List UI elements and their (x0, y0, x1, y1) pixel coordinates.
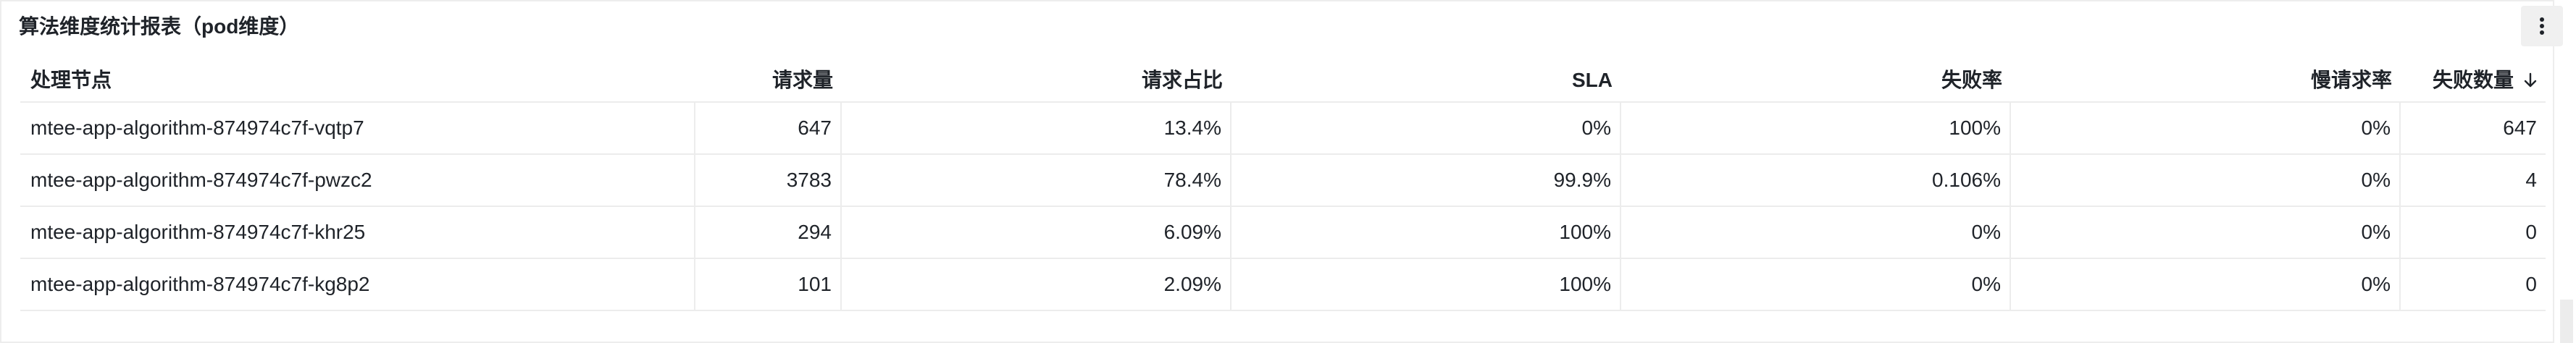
cell-failure-count: 647 (2503, 117, 2537, 139)
table-row: mtee-app-algorithm-874974c7f-khr25 294 6… (20, 207, 2546, 259)
cell-failure-count: 4 (2525, 169, 2537, 191)
cell-node: mtee-app-algorithm-874974c7f-khr25 (20, 207, 695, 258)
column-header-sla[interactable]: SLA (1231, 59, 1621, 101)
cell-request-ratio: 2.09% (842, 259, 1231, 310)
cell-requests: 294 (695, 207, 842, 258)
arrow-down-icon[interactable] (2524, 72, 2537, 88)
cell-slow-rate: 0% (2011, 155, 2401, 206)
cell-slow-rate: 0% (2011, 103, 2401, 153)
column-header-failure-rate[interactable]: 失败率 (1621, 59, 2011, 101)
cell-failure-rate: 0% (1621, 259, 2011, 310)
cell-slow-rate: 0% (2011, 259, 2401, 310)
column-header-label: 请求量 (771, 69, 833, 91)
kebab-vertical-icon (2540, 17, 2544, 35)
column-header-label: 慢请求率 (2310, 69, 2392, 91)
column-header-requests[interactable]: 请求量 (695, 59, 842, 101)
column-header-request-ratio[interactable]: 请求占比 (842, 59, 1231, 101)
column-header-node[interactable]: 处理节点 (20, 59, 695, 101)
cell-sla: 0% (1231, 103, 1621, 153)
report-panel: 算法维度统计报表（pod维度） 处理节点 请求量 请求占比 SLA 失败率 慢请… (0, 0, 2563, 343)
cell-slow-rate: 0% (2011, 207, 2401, 258)
column-header-label: 失败率 (1941, 69, 2002, 91)
cell-request-ratio: 6.09% (842, 207, 1231, 258)
cell-failure-rate: 0.106% (1621, 155, 2011, 206)
cell-request-ratio: 78.4% (842, 155, 1231, 206)
cell-node: mtee-app-algorithm-874974c7f-kg8p2 (20, 259, 695, 310)
cell-request-ratio: 13.4% (842, 103, 1231, 153)
cell-sla: 100% (1231, 207, 1621, 258)
cell-node: mtee-app-algorithm-874974c7f-vqtp7 (20, 103, 695, 153)
panel-menu-button[interactable] (2521, 6, 2563, 46)
column-header-slow-rate[interactable]: 慢请求率 (2011, 59, 2401, 101)
cell-failure-count: 0 (2525, 273, 2537, 295)
panel-title: 算法维度统计报表（pod维度） (19, 15, 300, 38)
cell-requests: 3783 (695, 155, 842, 206)
column-header-label: 处理节点 (30, 69, 112, 91)
table-header-row: 处理节点 请求量 请求占比 SLA 失败率 慢请求率 失败数量 (20, 59, 2546, 103)
table-row: mtee-app-algorithm-874974c7f-kg8p2 101 2… (20, 259, 2546, 311)
table-row: mtee-app-algorithm-874974c7f-vqtp7 647 1… (20, 103, 2546, 155)
column-header-label: 请求占比 (1141, 69, 1223, 91)
pod-stats-table: 处理节点 请求量 请求占比 SLA 失败率 慢请求率 失败数量 mtee-app… (20, 59, 2546, 311)
cell-requests: 647 (695, 103, 842, 153)
cell-node: mtee-app-algorithm-874974c7f-pwzc2 (20, 155, 695, 206)
column-header-label: 失败数量 (2432, 69, 2514, 91)
cell-failure-count: 0 (2525, 221, 2537, 243)
column-header-failure-count[interactable]: 失败数量 (2401, 59, 2546, 101)
vertical-scrollbar[interactable] (2560, 300, 2573, 343)
table-row: mtee-app-algorithm-874974c7f-pwzc2 3783 … (20, 155, 2546, 207)
cell-failure-rate: 0% (1621, 207, 2011, 258)
column-header-label: SLA (1572, 69, 1613, 91)
cell-sla: 99.9% (1231, 155, 1621, 206)
cell-requests: 101 (695, 259, 842, 310)
cell-sla: 100% (1231, 259, 1621, 310)
cell-failure-rate: 100% (1621, 103, 2011, 153)
